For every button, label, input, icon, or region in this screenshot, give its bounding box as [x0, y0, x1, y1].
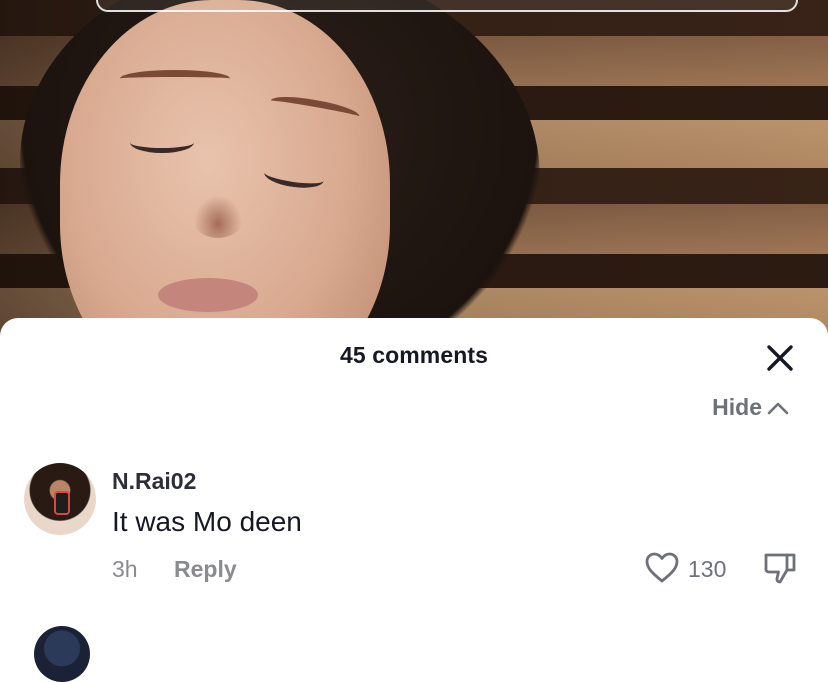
next-comment-avatar[interactable]: [34, 626, 90, 682]
chevron-up-icon: [767, 402, 789, 414]
heart-outline-icon: [645, 552, 679, 583]
comments-panel: 45 comments Hide N.Rai02 It was Mo deen …: [0, 318, 828, 634]
video-subject-face: [60, 0, 390, 340]
reply-button[interactable]: Reply: [174, 556, 237, 583]
nose: [190, 190, 246, 238]
avatar[interactable]: [24, 463, 96, 535]
thumbs-down-icon: [764, 553, 796, 584]
dislike-button[interactable]: [762, 550, 798, 586]
comment-username[interactable]: N.Rai02: [112, 468, 196, 495]
comments-count-title: 45 comments: [339, 342, 489, 368]
comment-item: N.Rai02 It was Mo deen 3h Reply 130: [0, 462, 828, 592]
video-player[interactable]: [0, 0, 828, 340]
hide-label: Hide: [712, 394, 762, 420]
comment-timestamp: 3h: [112, 556, 138, 582]
right-eye: [262, 161, 326, 192]
comment-text: It was Mo deen: [112, 506, 302, 537]
close-icon: [767, 345, 793, 371]
like-button[interactable]: [644, 550, 680, 586]
video-top-overlay-bar[interactable]: [96, 0, 798, 12]
left-eyebrow: [120, 70, 230, 87]
lips: [158, 278, 258, 312]
left-eye: [130, 132, 194, 153]
hide-replies-button[interactable]: Hide: [712, 394, 790, 421]
close-button[interactable]: [762, 340, 798, 376]
right-eyebrow: [269, 92, 361, 125]
avatar-phone-detail: [54, 491, 70, 515]
like-count: 130: [688, 556, 727, 582]
